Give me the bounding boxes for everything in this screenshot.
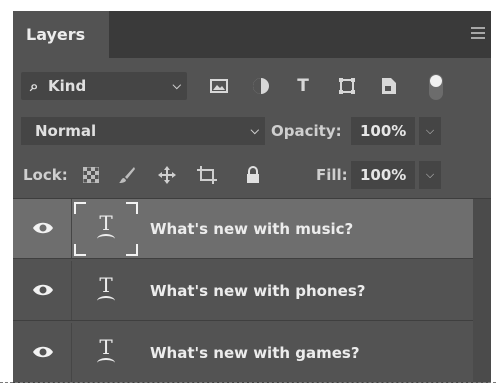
- type-filter-icon[interactable]: T: [293, 76, 313, 96]
- blend-mode-value: Normal: [35, 122, 97, 140]
- layer-row[interactable]: T What's new with phones?: [13, 261, 473, 321]
- fill-dropdown-icon[interactable]: ⌵: [419, 161, 441, 189]
- artboard-icon[interactable]: [197, 165, 217, 185]
- fill-label: Fill:: [316, 166, 348, 184]
- fill-input[interactable]: 100%: [351, 161, 415, 189]
- divider: [71, 323, 72, 382]
- divider: [71, 261, 72, 320]
- lock-transparent-pixels-icon[interactable]: [81, 165, 101, 185]
- filter-kind-select[interactable]: ⌕ Kind ⌵: [21, 72, 187, 100]
- layer-row[interactable]: T What's new with music?: [13, 199, 473, 259]
- divider: [71, 199, 72, 258]
- brush-icon[interactable]: [117, 165, 137, 185]
- search-icon: ⌕: [30, 77, 39, 95]
- layer-thumbnail[interactable]: T: [74, 202, 138, 256]
- toggle-knob: [430, 75, 442, 87]
- layers-panel: Layers ⌕ Kind ⌵ T Normal ⌵ Opacity: 100%: [13, 11, 491, 383]
- layer-name[interactable]: What's new with games?: [150, 323, 360, 383]
- eye-icon[interactable]: [32, 220, 54, 236]
- opacity-input[interactable]: 100%: [351, 117, 415, 145]
- layer-row[interactable]: T What's new with games?: [13, 323, 473, 383]
- image-filter-icon[interactable]: [209, 76, 229, 96]
- opacity-dropdown-icon[interactable]: ⌵: [419, 117, 441, 145]
- filter-kind-label: Kind: [48, 77, 87, 95]
- layer-name[interactable]: What's new with music?: [150, 199, 353, 259]
- layer-thumbnail[interactable]: T: [74, 326, 138, 380]
- eye-icon[interactable]: [32, 344, 54, 360]
- panel-tab-bar: Layers: [13, 11, 491, 58]
- scrollbar[interactable]: [473, 199, 491, 383]
- opacity-label: Opacity:: [271, 122, 342, 140]
- layer-name[interactable]: What's new with phones?: [150, 261, 365, 321]
- blend-row: Normal ⌵ Opacity: 100% ⌵: [13, 114, 491, 148]
- shape-filter-icon[interactable]: [337, 76, 357, 96]
- type-glyph: T: [297, 76, 309, 96]
- panel-menu-icon[interactable]: [471, 27, 485, 39]
- eye-icon[interactable]: [32, 282, 54, 298]
- chevron-down-icon: ⌵: [172, 79, 181, 92]
- lock-label: Lock:: [23, 166, 68, 184]
- type-layer-icon: T: [94, 336, 118, 366]
- divider: [0, 382, 496, 383]
- layers-list: T What's new with music? T What's new wi…: [13, 198, 491, 383]
- filter-toggle[interactable]: [429, 74, 443, 100]
- smart-object-filter-icon[interactable]: [379, 76, 399, 96]
- filter-row: ⌕ Kind ⌵ T: [13, 69, 491, 103]
- adjustment-filter-icon[interactable]: [251, 76, 271, 96]
- layer-thumbnail[interactable]: T: [74, 264, 138, 318]
- lock-icon[interactable]: [243, 165, 263, 185]
- move-icon[interactable]: [157, 165, 177, 185]
- chevron-down-icon: ⌵: [250, 124, 259, 137]
- type-layer-icon: T: [94, 274, 118, 304]
- blend-mode-select[interactable]: Normal ⌵: [21, 117, 265, 145]
- lock-row: Lock: Fill: 100% ⌵: [13, 158, 491, 192]
- tab-layers[interactable]: Layers: [13, 11, 109, 58]
- type-layer-icon: T: [94, 212, 118, 242]
